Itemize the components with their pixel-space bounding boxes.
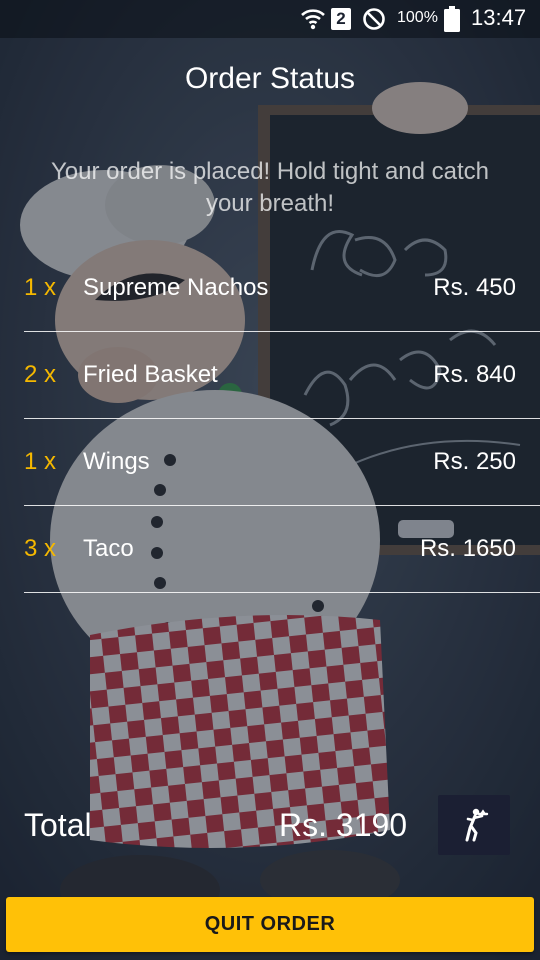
waiter-icon — [465, 808, 489, 842]
clock-time: 13:47 — [471, 5, 527, 30]
item-price: Rs. 840 — [433, 361, 516, 388]
order-item-row: 2 x Fried Basket Rs. 840 — [24, 332, 540, 419]
total-label: Total — [24, 807, 92, 843]
do-not-disturb-icon — [363, 8, 385, 30]
item-price: Rs. 250 — [433, 448, 516, 475]
item-name: Fried Basket — [83, 361, 218, 388]
item-price: Rs. 450 — [433, 274, 516, 301]
item-quantity: 1 x — [24, 274, 57, 301]
page-title: Order Status — [184, 62, 356, 95]
order-placed-message: Your order is placed! Hold tight and cat… — [50, 158, 490, 217]
order-item-row: 3 x Taco Rs. 1650 — [24, 506, 540, 593]
battery-icon — [444, 6, 460, 32]
item-name: Wings — [83, 448, 150, 475]
quit-order-button[interactable]: QUIT ORDER — [6, 897, 534, 952]
item-quantity: 3 x — [24, 535, 57, 562]
order-item-list: 1 x Supreme Nachos Rs. 450 2 x Fried Bas… — [0, 245, 540, 593]
sim-icon: 2 — [331, 8, 351, 30]
status-bar: 2 100% 13:47 — [0, 0, 540, 38]
wifi-icon — [301, 9, 325, 30]
order-item-row: 1 x Wings Rs. 250 — [24, 419, 540, 506]
item-name: Taco — [83, 535, 134, 562]
item-quantity: 2 x — [24, 361, 57, 388]
item-quantity: 1 x — [24, 448, 57, 475]
item-price: Rs. 1650 — [419, 535, 516, 562]
item-name: Supreme Nachos — [83, 274, 269, 301]
total-amount: Rs. 3190 — [279, 807, 408, 843]
order-item-row: 1 x Supreme Nachos Rs. 450 — [24, 245, 540, 332]
call-waiter-button[interactable] — [438, 795, 510, 855]
battery-percent: 100% — [397, 9, 438, 26]
